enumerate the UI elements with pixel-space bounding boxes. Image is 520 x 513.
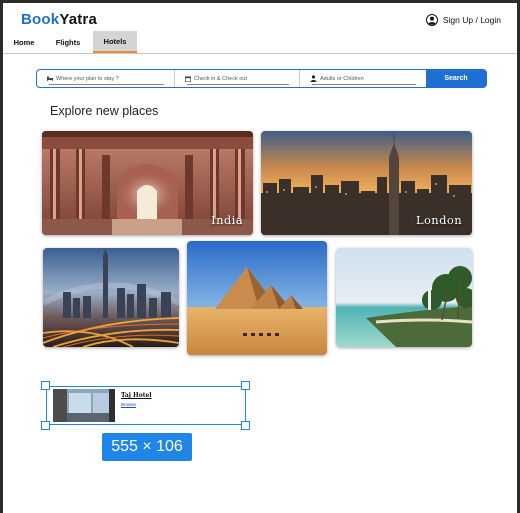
calendar-icon — [185, 75, 191, 82]
explore-title: Explore new places — [50, 104, 159, 118]
bed-icon — [47, 76, 53, 81]
resize-handle-top-left[interactable] — [41, 381, 50, 390]
nav-home[interactable]: Home — [3, 31, 43, 53]
guests-field[interactable]: Adults or Children — [300, 70, 426, 87]
place-card-london[interactable]: London — [261, 131, 472, 235]
place-card-beach[interactable] — [336, 248, 472, 347]
app-frame: BookYatra Sign Up / Login Home Flights H… — [3, 3, 517, 513]
dates-placeholder: Check in & Check out — [194, 75, 247, 82]
selection-size-badge: 555 × 106 — [102, 433, 192, 461]
header-divider — [3, 53, 517, 54]
egypt-pyramids-image — [187, 241, 327, 355]
main-nav: Home Flights Hotels — [3, 31, 137, 53]
user-icon — [425, 14, 438, 26]
place-label-india: India — [211, 213, 243, 227]
place-label-london: London — [415, 213, 462, 227]
beach-palms-image — [336, 248, 472, 347]
hotel-search-bar: Where your plan to stay ? Check in & Che… — [36, 69, 487, 88]
resize-handle-bottom-right[interactable] — [241, 421, 250, 430]
place-card-egypt[interactable] — [187, 241, 327, 355]
brand-name-part1: Book — [21, 11, 60, 28]
hotel-name[interactable]: Taj Hotel — [121, 392, 152, 399]
resize-handle-top-right[interactable] — [241, 381, 250, 390]
signup-login-label: Sign Up / Login — [442, 15, 501, 25]
guests-placeholder: Adults or Children — [320, 75, 364, 82]
nav-flights[interactable]: Flights — [43, 31, 93, 53]
destination-placeholder: Where your plan to stay ? — [56, 75, 119, 82]
person-icon — [310, 75, 317, 82]
destination-field[interactable]: Where your plan to stay ? — [37, 70, 175, 87]
nav-hotels[interactable]: Hotels — [93, 31, 137, 53]
hotel-browse-link[interactable]: Browse — [121, 402, 136, 407]
place-card-india[interactable]: India — [42, 131, 253, 235]
hotel-room-image — [53, 389, 115, 422]
hotel-card-selected[interactable]: Taj Hotel Browse — [46, 386, 246, 425]
brand-logo[interactable]: BookYatra — [21, 11, 97, 28]
resize-handle-bottom-left[interactable] — [41, 421, 50, 430]
brand-name-part2: Yatra — [59, 11, 98, 28]
hotel-thumbnail — [53, 389, 115, 422]
dubai-skyline-image — [43, 248, 179, 347]
signup-login-button[interactable]: Sign Up / Login — [425, 14, 501, 26]
search-button[interactable]: Search — [426, 70, 486, 87]
dates-field[interactable]: Check in & Check out — [175, 70, 300, 87]
header: BookYatra Sign Up / Login Home Flights H… — [3, 3, 517, 55]
place-card-dubai[interactable] — [43, 248, 179, 347]
